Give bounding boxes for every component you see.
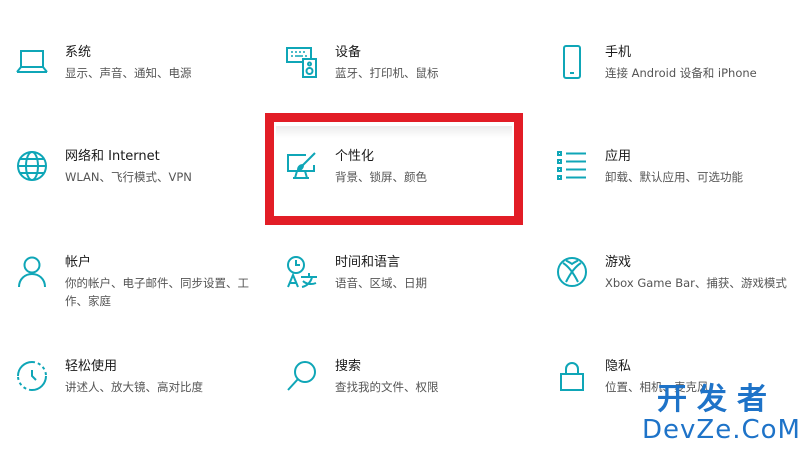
tile-apps[interactable]: 应用 卸载、默认应用、可选功能 [555, 148, 800, 218]
tile-network[interactable]: 网络和 Internet WLAN、飞行模式、VPN [15, 148, 265, 218]
tile-desc: 查找我的文件、权限 [335, 380, 439, 394]
tile-desc: 讲述人、放大镜、高对比度 [65, 380, 203, 394]
phone-icon [555, 44, 589, 80]
tile-search[interactable]: 搜索 查找我的文件、权限 [285, 358, 535, 428]
app-list-icon [555, 148, 589, 184]
search-icon [285, 358, 319, 394]
tile-desc: 蓝牙、打印机、鼠标 [335, 66, 439, 80]
person-icon [15, 254, 49, 290]
tile-desc: 背景、锁屏、颜色 [335, 170, 427, 184]
tile-desc: 位置、相机、麦克风 [605, 380, 709, 394]
globe-icon [15, 148, 49, 184]
tile-desc: 你的帐户、电子邮件、同步设置、工作、家庭 [65, 276, 249, 308]
tile-title: 设备 [335, 45, 362, 60]
paint-monitor-icon [285, 148, 319, 184]
settings-home: 系统 显示、声音、通知、电源 设备 蓝牙、打印机、鼠标 手机 连接 Androi… [0, 0, 800, 450]
tile-title: 隐私 [605, 359, 632, 374]
ease-of-access-icon [15, 358, 49, 394]
tile-title: 网络和 Internet [65, 149, 160, 164]
tile-title: 时间和语言 [335, 255, 401, 270]
tile-privacy[interactable]: 隐私 位置、相机、麦克风 [555, 358, 800, 428]
tile-desc: 语音、区域、日期 [335, 276, 427, 290]
tile-title: 个性化 [335, 149, 375, 164]
tile-time-language[interactable]: 时间和语言 语音、区域、日期 [285, 254, 535, 324]
tile-title: 轻松使用 [65, 359, 118, 374]
tile-title: 应用 [605, 149, 632, 164]
keyboard-speaker-icon [285, 44, 319, 80]
tile-desc: 显示、声音、通知、电源 [65, 66, 192, 80]
tile-personalization[interactable]: 个性化 背景、锁屏、颜色 [285, 148, 535, 218]
tile-title: 游戏 [605, 255, 632, 270]
tile-title: 搜索 [335, 359, 362, 374]
highlight-sheen [276, 126, 512, 138]
tile-devices[interactable]: 设备 蓝牙、打印机、鼠标 [285, 44, 535, 114]
xbox-icon [555, 254, 589, 290]
tile-desc: Xbox Game Bar、捕获、游戏模式 [605, 276, 787, 290]
lock-icon [555, 358, 589, 394]
tile-gaming[interactable]: 游戏 Xbox Game Bar、捕获、游戏模式 [555, 254, 800, 324]
tile-accounts[interactable]: 帐户 你的帐户、电子邮件、同步设置、工作、家庭 [15, 254, 265, 324]
tile-desc: WLAN、飞行模式、VPN [65, 170, 192, 184]
tile-title: 手机 [605, 45, 632, 60]
tile-title: 帐户 [65, 255, 92, 270]
tile-desc: 连接 Android 设备和 iPhone [605, 66, 757, 80]
tile-ease-of-access[interactable]: 轻松使用 讲述人、放大镜、高对比度 [15, 358, 265, 428]
tile-system[interactable]: 系统 显示、声音、通知、电源 [15, 44, 265, 114]
tile-phone[interactable]: 手机 连接 Android 设备和 iPhone [555, 44, 800, 114]
tile-desc: 卸载、默认应用、可选功能 [605, 170, 743, 184]
time-language-icon [285, 254, 319, 290]
tile-title: 系统 [65, 45, 92, 60]
laptop-icon [15, 44, 49, 80]
